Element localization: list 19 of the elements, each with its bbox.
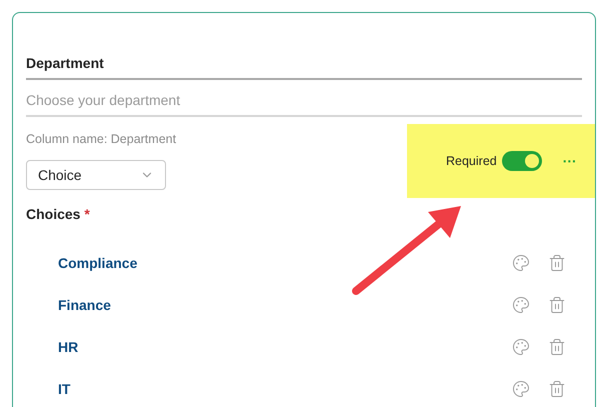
choice-label: Finance [58,296,111,314]
choices-label: Choices * [26,205,91,224]
field-title: Department [26,53,582,80]
palette-icon[interactable] [512,338,530,356]
choice-label: IT [58,380,70,398]
palette-icon[interactable] [512,296,530,314]
choice-label: Compliance [58,254,138,273]
description-input[interactable]: Choose your department [26,90,582,117]
type-dropdown[interactable]: Choice [26,160,166,190]
delete-icon[interactable] [548,254,566,272]
required-toggle[interactable] [502,151,542,171]
delete-icon[interactable] [548,380,566,398]
choice-label: HR [58,338,78,356]
column-name-label: Column name: Department [26,131,176,147]
palette-icon[interactable] [512,380,530,398]
delete-icon[interactable] [548,338,566,356]
palette-icon[interactable] [512,254,530,272]
required-label: Required [446,152,497,170]
delete-icon[interactable] [548,296,566,314]
